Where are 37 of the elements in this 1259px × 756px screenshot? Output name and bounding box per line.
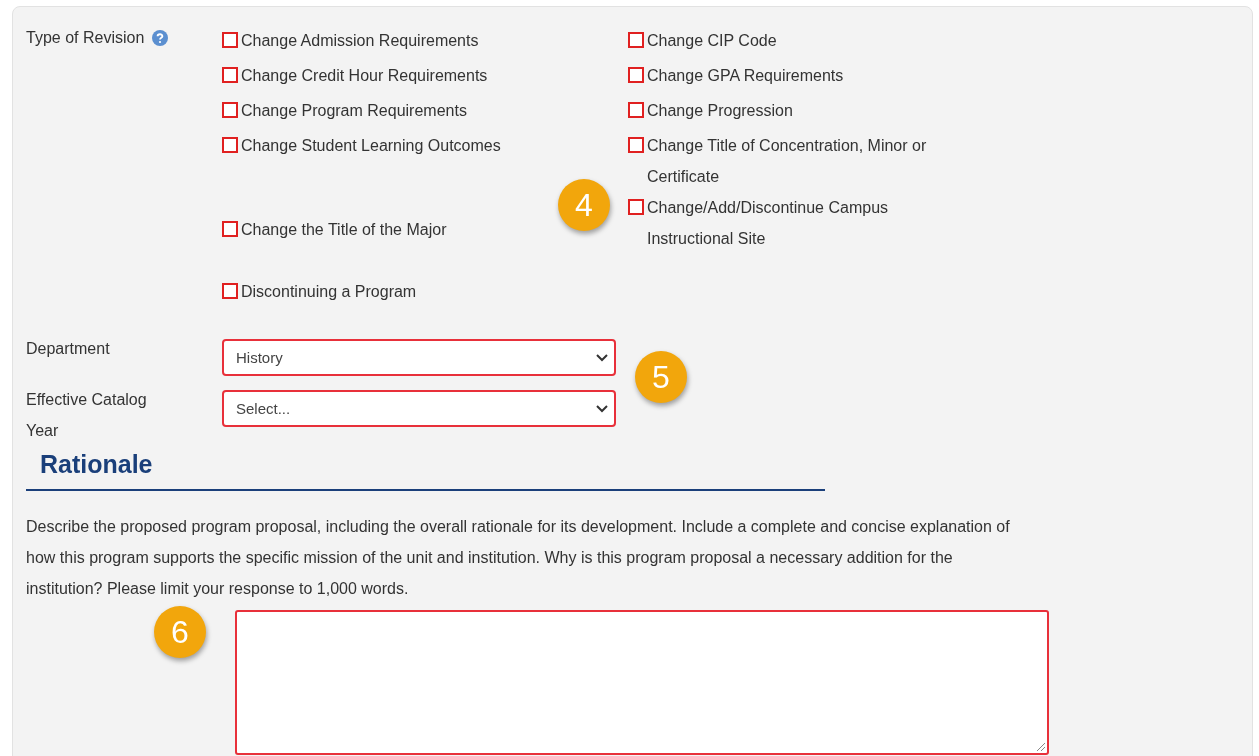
checkbox[interactable] <box>628 32 644 48</box>
checkbox-label: Change Title of Concentration, Minor or Certificate <box>647 136 928 187</box>
field-label: Department <box>26 339 110 359</box>
checkbox-label: Change the Title of the Major <box>241 220 447 240</box>
callout-badge: 5 <box>635 351 687 403</box>
text-area[interactable] <box>235 610 1049 755</box>
checkbox[interactable] <box>628 67 644 83</box>
checkbox-label: Change Progression <box>647 101 793 121</box>
field-label: Type of Revision <box>26 28 145 48</box>
description-text: Describe the proposed program proposal, including the overall rationale for its development. Include a complete and concise explanation of how this program supports the specific mission of the unit and institution. Why is this program proposal a necessary addition for the institution? Please limit your response to 1,000 words. <box>26 517 1011 599</box>
checkbox[interactable] <box>628 102 644 118</box>
checkbox-label: Change Admission Requirements <box>241 31 479 51</box>
resize-grip-icon <box>1037 743 1045 751</box>
help-icon[interactable] <box>152 30 169 46</box>
chevron-icon <box>596 404 608 413</box>
callout-badge: 4 <box>558 179 610 231</box>
section-heading: Rationale <box>40 450 154 479</box>
checkbox[interactable] <box>222 102 238 118</box>
checkbox-label: Discontinuing a Program <box>241 282 417 302</box>
checkbox[interactable] <box>222 283 238 299</box>
checkbox[interactable] <box>628 137 644 153</box>
callout-badge: 6 <box>154 606 206 658</box>
dropdown[interactable]: Select... <box>222 390 616 427</box>
checkbox-label: Change Credit Hour Requirements <box>241 66 488 86</box>
checkbox[interactable] <box>222 32 238 48</box>
checkbox-label: Change/Add/Discontinue Campus Instructional Site <box>647 198 890 249</box>
checkbox-label: Change Student Learning Outcomes <box>241 136 501 156</box>
field-label: Effective Catalog Year <box>26 390 148 441</box>
checkbox[interactable] <box>222 137 238 153</box>
checkbox-label: Change Program Requirements <box>241 101 467 121</box>
checkbox[interactable] <box>628 199 644 215</box>
checkbox-label: Change GPA Requirements <box>647 66 844 86</box>
chevron-icon <box>596 353 608 362</box>
dropdown[interactable]: History <box>222 339 616 376</box>
checkbox[interactable] <box>222 221 238 237</box>
checkbox[interactable] <box>222 67 238 83</box>
checkbox-label: Change CIP Code <box>647 31 777 51</box>
